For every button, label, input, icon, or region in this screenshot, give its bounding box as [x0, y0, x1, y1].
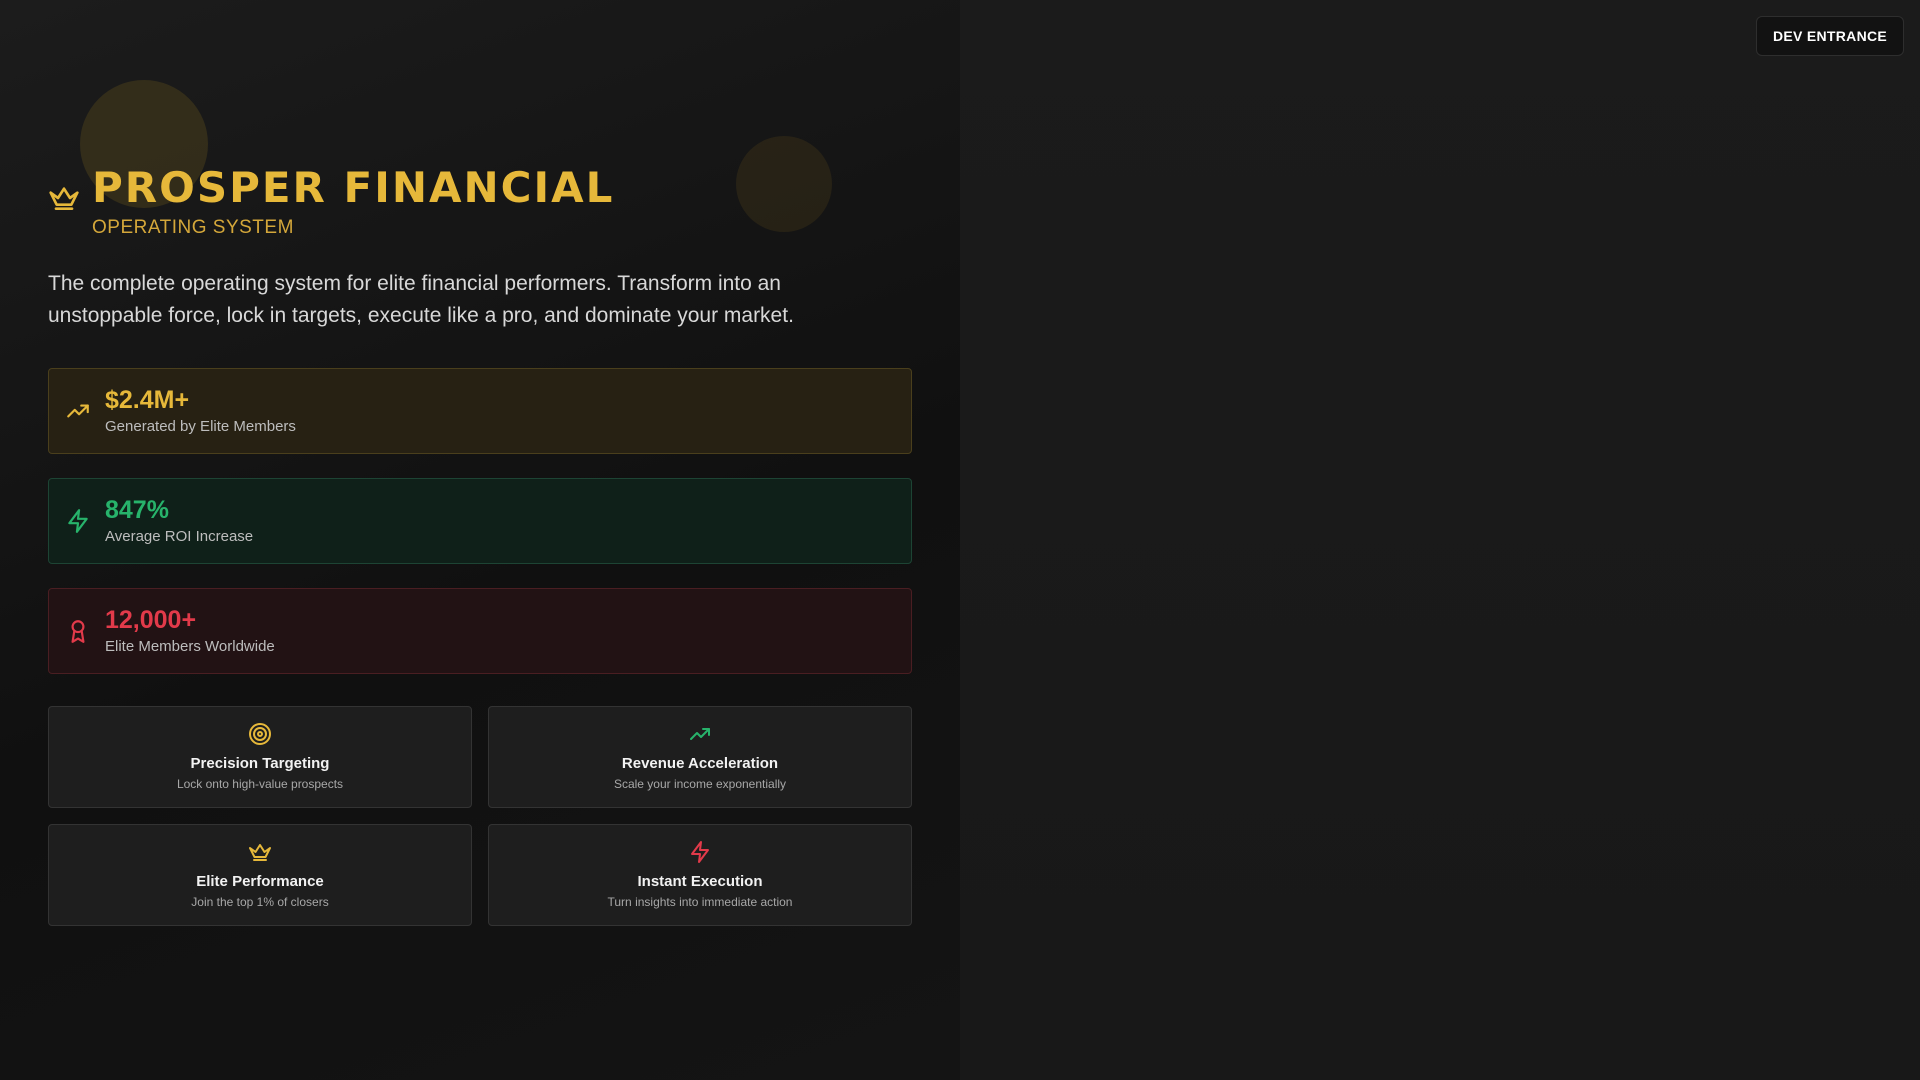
feature-title: Precision Targeting — [190, 755, 330, 772]
page-subtitle: OPERATING SYSTEM — [92, 217, 294, 238]
right-panel — [960, 0, 1920, 1080]
crown-icon — [248, 840, 272, 864]
feature-grid: Precision Targeting Lock onto high-value… — [48, 706, 912, 926]
crown-icon — [48, 182, 80, 214]
feature-title: Revenue Acceleration — [621, 755, 779, 772]
stat-text: 12,000+ Elite Members Worldwide — [105, 605, 275, 657]
feature-card-revenue-acceleration[interactable]: Revenue Acceleration Scale your income e… — [488, 706, 912, 808]
award-icon — [65, 618, 91, 644]
trending-up-icon — [688, 722, 712, 746]
stat-value: 847% — [105, 496, 169, 524]
feature-description: Join the top 1% of closers — [191, 895, 329, 909]
dev-entrance-button[interactable]: DEV ENTRANCE — [1756, 16, 1904, 56]
stat-card-roi: 847% Average ROI Increase — [48, 478, 912, 564]
feature-card-elite-performance[interactable]: Elite Performance Join the top 1% of clo… — [48, 824, 472, 926]
stat-value: 12,000+ — [105, 606, 197, 634]
hero-content: PROSPER FINANCIAL OPERATING SYSTEM The c… — [48, 160, 912, 926]
target-icon — [248, 722, 272, 746]
stat-text: $2.4M+ Generated by Elite Members — [105, 385, 296, 437]
brand-text: PROSPER FINANCIAL OPERATING SYSTEM — [92, 160, 614, 240]
stat-value: $2.4M+ — [105, 386, 190, 414]
stat-label: Generated by Elite Members — [105, 418, 296, 435]
stat-label: Elite Members Worldwide — [105, 638, 275, 655]
hero-panel: PROSPER FINANCIAL OPERATING SYSTEM The c… — [0, 0, 960, 1080]
feature-card-instant-execution[interactable]: Instant Execution Turn insights into imm… — [488, 824, 912, 926]
hero-description: The complete operating system for elite … — [48, 272, 794, 327]
feature-description: Turn insights into immediate action — [607, 895, 793, 909]
feature-card-precision-targeting[interactable]: Precision Targeting Lock onto high-value… — [48, 706, 472, 808]
stat-text: 847% Average ROI Increase — [105, 495, 253, 547]
landing-page: PROSPER FINANCIAL OPERATING SYSTEM The c… — [0, 0, 1920, 1080]
feature-title: Elite Performance — [196, 873, 324, 890]
feature-description: Lock onto high-value prospects — [176, 777, 344, 791]
stat-label: Average ROI Increase — [105, 528, 254, 545]
page-title: PROSPER FINANCIAL — [92, 163, 615, 212]
feature-description: Scale your income exponentially — [613, 777, 787, 791]
stat-card-members: 12,000+ Elite Members Worldwide — [48, 588, 912, 674]
stat-card-revenue: $2.4M+ Generated by Elite Members — [48, 368, 912, 454]
lightning-icon — [65, 508, 91, 534]
trending-up-icon — [65, 398, 91, 424]
lightning-icon — [688, 840, 712, 864]
feature-title: Instant Execution — [637, 873, 763, 890]
brand-header: PROSPER FINANCIAL OPERATING SYSTEM — [48, 160, 912, 240]
